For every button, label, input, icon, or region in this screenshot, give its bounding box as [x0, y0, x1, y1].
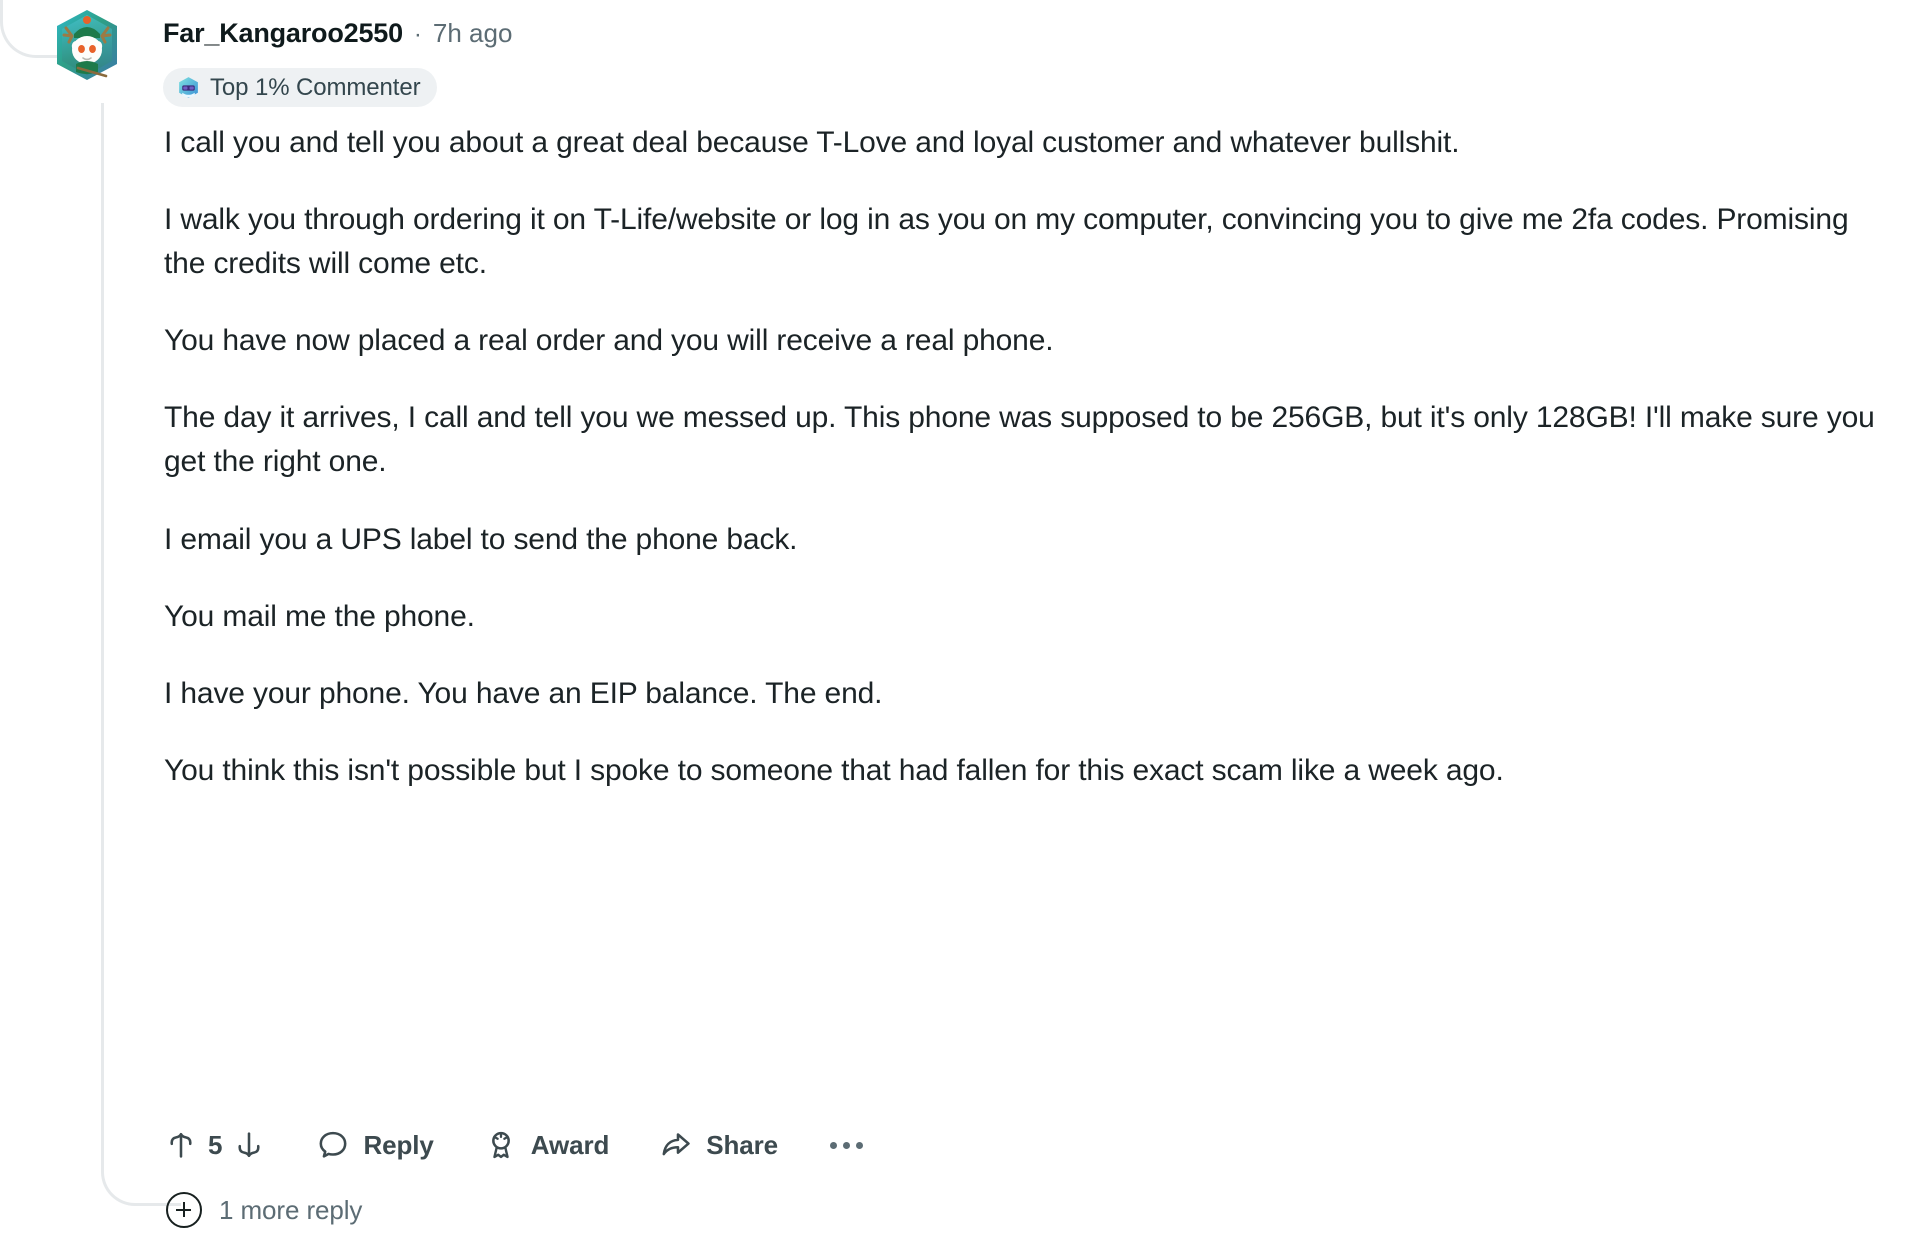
award-label: Award [530, 1129, 610, 1160]
reply-label: Reply [363, 1129, 434, 1160]
comment-paragraph: You have now placed a real order and you… [164, 324, 1054, 358]
overflow-dot [830, 1141, 838, 1149]
downvote-button[interactable] [232, 1128, 266, 1162]
comment-container: Far_Kangaroo2550 · 7h ago Top 1% Comment… [0, 0, 1920, 1242]
share-arrow-icon [662, 1133, 691, 1156]
reply-button[interactable]: Reply [316, 1128, 434, 1162]
more-replies-label: 1 more reply [219, 1194, 363, 1225]
thread-line-vertical[interactable] [101, 103, 104, 1166]
comment-paragraph: You mail me the phone. [164, 599, 475, 633]
upvote-arrow-icon [170, 1132, 192, 1158]
comment-paragraph: I have your phone. You have an EIP balan… [164, 676, 883, 710]
avatar[interactable] [52, 6, 122, 84]
author-row: Far_Kangaroo2550 · 7h ago [163, 18, 512, 49]
comment-action-bar: 5 Reply Award Share [164, 1122, 864, 1168]
share-button[interactable]: Share [659, 1128, 778, 1162]
comment-bubble-icon [320, 1131, 347, 1158]
award-medal-icon [491, 1131, 510, 1159]
meta-separator: · [413, 21, 422, 48]
vote-score: 5 [208, 1129, 223, 1160]
more-replies-button[interactable]: 1 more reply [166, 1192, 362, 1228]
downvote-arrow-icon [238, 1132, 261, 1158]
comment-paragraph: I email you a UPS label to send the phon… [164, 522, 798, 556]
plus-circle-icon [166, 1192, 202, 1228]
comment-paragraph: You think this isn't possible but I spok… [164, 753, 1504, 787]
comment-paragraph: I walk you through ordering it on T-Life… [164, 203, 1849, 281]
comment-paragraph: The day it arrives, I call and tell you … [164, 401, 1875, 479]
upvote-button[interactable] [164, 1128, 198, 1162]
overflow-dot [843, 1141, 851, 1149]
status-badge[interactable]: Top 1% Commenter [163, 68, 437, 107]
comment-body: I call you and tell you about a great de… [164, 121, 1892, 793]
status-badge-label: Top 1% Commenter [210, 73, 421, 101]
overflow-menu-icon[interactable] [830, 1141, 864, 1149]
author-username[interactable]: Far_Kangaroo2550 [163, 18, 403, 49]
share-label: Share [706, 1129, 779, 1160]
comment-timestamp: 7h ago [432, 18, 513, 48]
vote-group: 5 [164, 1128, 266, 1162]
comment-paragraph: I call you and tell you about a great de… [164, 126, 1460, 159]
award-button[interactable]: Award [484, 1128, 610, 1162]
snoo-sunglasses-icon [179, 77, 198, 98]
overflow-dot [856, 1141, 864, 1149]
